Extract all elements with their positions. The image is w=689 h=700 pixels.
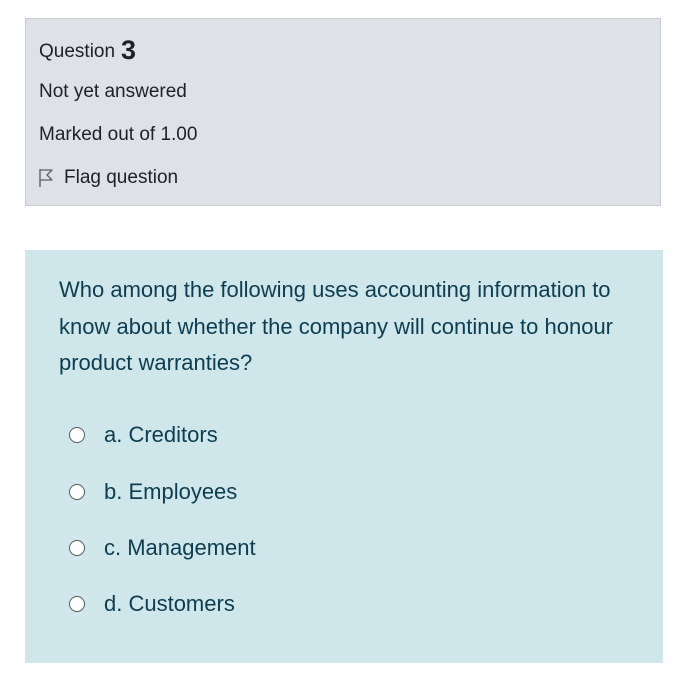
flag-question-button[interactable]: Flag question (38, 167, 178, 189)
answer-option-d[interactable]: d. Customers (69, 591, 235, 617)
question-number: 3 (121, 35, 137, 65)
question-info-panel: Question 3 Not yet answered Marked out of… (25, 18, 661, 206)
question-heading-label: Question (39, 41, 116, 62)
question-grade: Marked out of 1.00 (39, 124, 198, 145)
radio-unchecked-icon[interactable] (69, 484, 85, 500)
answer-option-label[interactable]: c. Management (104, 535, 256, 561)
answer-option-label[interactable]: d. Customers (104, 591, 235, 617)
answer-option-b[interactable]: b. Employees (69, 479, 237, 505)
answer-option-c[interactable]: c. Management (69, 535, 256, 561)
flag-icon (38, 168, 54, 188)
question-formulation: Who among the following uses accounting … (25, 250, 663, 663)
flag-question-label: Flag question (64, 167, 179, 188)
radio-unchecked-icon[interactable] (69, 427, 85, 443)
question-heading: Question 3 (39, 33, 137, 65)
answer-option-a[interactable]: a. Creditors (69, 422, 218, 448)
question-text: Who among the following uses accounting … (59, 277, 614, 375)
question-state: Not yet answered (39, 81, 187, 102)
radio-unchecked-icon[interactable] (69, 540, 85, 556)
answer-option-label[interactable]: b. Employees (104, 479, 237, 505)
radio-unchecked-icon[interactable] (69, 596, 85, 612)
answer-option-label[interactable]: a. Creditors (104, 422, 218, 448)
